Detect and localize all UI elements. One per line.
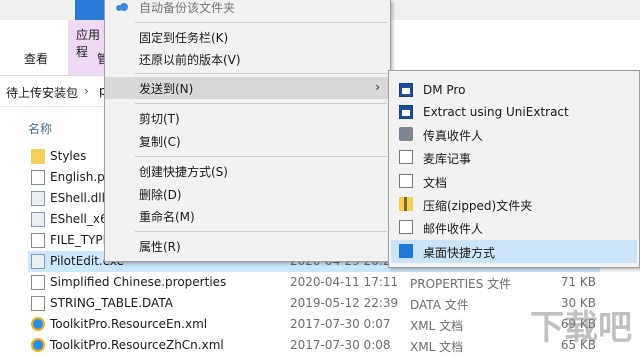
file-type: PROPERTIES 文件 (410, 277, 512, 291)
file-size: 71 KB (560, 275, 596, 289)
exe-icon (31, 254, 45, 269)
menu-item-label: 固定到任务栏(K) (139, 31, 229, 45)
document-icon (31, 296, 45, 311)
menu-item-copy[interactable]: 复制(C) (105, 130, 390, 152)
submenu-item[interactable]: DM Pro (391, 79, 637, 102)
context-menu: 自动备份该文件夹 固定到任务栏(K) 还原以前的版本(V) 发送到(N) › 剪… (104, 0, 391, 262)
submenu-item[interactable]: 传真收件人 (391, 123, 637, 146)
tab-view[interactable]: 查看 (24, 50, 48, 67)
file-name: Simplified Chinese.properties (50, 275, 227, 289)
file-name: Styles (50, 149, 87, 163)
menu-item-restore[interactable]: 还原以前的版本(V) (105, 48, 390, 70)
dll-icon (31, 212, 45, 227)
dll-icon (31, 191, 45, 206)
menu-item-label: 发送到(N) (139, 82, 194, 96)
menu-item-label: 创建快捷方式(S) (139, 165, 228, 179)
file-date: 2017-07-30 0:07 (290, 317, 391, 331)
send-to-submenu: DM Pro Extract using UniExtract 传真收件人麦库记事文… (388, 70, 640, 268)
menu-item-delete[interactable]: 删除(D) (105, 183, 390, 205)
ie-icon (31, 338, 45, 352)
menu-item-cut[interactable]: 剪切(T) (105, 107, 390, 129)
menu-item-rename[interactable]: 重命名(M) (105, 205, 390, 227)
file-type: XML 文档 (410, 340, 464, 354)
file-row[interactable]: STRING_TABLE.DATA 2019-05-12 22:39 DATA 文件… (28, 293, 600, 314)
submenu-item-label: DM Pro (423, 83, 466, 97)
submenu-item[interactable]: 压缩(zipped)文件夹 (391, 193, 637, 216)
window-icon (399, 83, 413, 97)
file-date: 2020-04-11 17:11 (290, 275, 399, 289)
menu-separator (135, 231, 387, 232)
file-row[interactable]: ToolkitPro.ResourceEn.xml 2017-07-30 0:07… (28, 314, 600, 335)
submenu-item[interactable]: 文档 (391, 170, 637, 193)
zip-folder-icon (399, 197, 413, 211)
folder-icon (31, 149, 45, 164)
menu-separator (135, 73, 387, 74)
document-icon (31, 275, 45, 290)
menu-item-label: 自动备份该文件夹 (139, 1, 236, 15)
submenu-item-label: 邮件收件人 (423, 222, 484, 236)
menu-item-label: 删除(D) (139, 188, 182, 202)
fax-icon (399, 127, 413, 141)
chevron-right-icon: › (375, 80, 380, 94)
menu-item-auto-backup[interactable]: 自动备份该文件夹 (105, 0, 390, 18)
menu-item-label: 属性(R) (139, 240, 181, 254)
menu-item-label: 剪切(T) (139, 112, 180, 126)
ie-icon (31, 317, 45, 331)
breadcrumb[interactable]: 待上传安装包 (6, 84, 78, 101)
menu-item-properties[interactable]: 属性(R) (105, 235, 390, 257)
menu-item-pin-taskbar[interactable]: 固定到任务栏(K) (105, 26, 390, 48)
menu-item-create-shortcut[interactable]: 创建快捷方式(S) (105, 160, 390, 182)
mail-icon (399, 220, 413, 234)
document-icon (31, 233, 45, 248)
file-name: FILE_TYPE (50, 233, 111, 247)
file-date: 2017-07-30 0:08 (290, 338, 391, 352)
column-header-name[interactable]: 名称 (28, 120, 52, 137)
submenu-item[interactable]: 邮件收件人 (391, 216, 637, 239)
window-icon (399, 105, 413, 119)
menu-separator (135, 103, 387, 104)
submenu-item-label: 文档 (423, 176, 448, 190)
file-name: English.pr (50, 170, 110, 184)
menu-item-label: 还原以前的版本(V) (139, 53, 241, 67)
submenu-item-label: Extract using UniExtract (423, 105, 569, 119)
menu-item-label: 重命名(M) (139, 210, 195, 224)
file-name: ToolkitPro.ResourceZhCn.xml (50, 338, 224, 352)
documents-icon (399, 174, 413, 188)
menu-item-send-to[interactable]: 发送到(N) › (105, 77, 390, 99)
document-icon (399, 150, 413, 164)
submenu-item-label: 桌面快捷方式 (423, 246, 496, 260)
submenu-item-label: 麦库记事 (423, 152, 472, 166)
watermark: 下载吧 (530, 308, 632, 348)
title-accent (75, 0, 105, 20)
file-name: ToolkitPro.ResourceEn.xml (50, 317, 208, 331)
menu-item-label: 复制(C) (139, 135, 181, 149)
file-type: DATA 文件 (410, 298, 469, 312)
menu-separator (135, 22, 387, 23)
file-name: EShell.dll (50, 191, 105, 205)
file-date: 2019-05-12 22:39 (290, 296, 399, 310)
file-type: XML 文档 (410, 319, 464, 333)
submenu-item-label: 传真收件人 (423, 129, 484, 143)
file-row[interactable]: ToolkitPro.ResourceZhCn.xml 2017-07-30 0:… (28, 335, 600, 356)
submenu-item[interactable]: Extract using UniExtract (391, 101, 637, 124)
submenu-item-label: 压缩(zipped)文件夹 (423, 199, 533, 213)
file-row[interactable]: Simplified Chinese.properties 2020-04-11 … (28, 272, 600, 293)
file-name: STRING_TABLE.DATA (50, 296, 173, 310)
submenu-item[interactable]: 桌面快捷方式 (391, 240, 637, 263)
cloud-icon (116, 3, 128, 11)
desktop-icon (399, 244, 413, 258)
document-icon (31, 170, 45, 185)
menu-separator (135, 156, 387, 157)
submenu-item[interactable]: 麦库记事 (391, 146, 637, 169)
chevron-right-icon[interactable]: › (84, 84, 89, 98)
